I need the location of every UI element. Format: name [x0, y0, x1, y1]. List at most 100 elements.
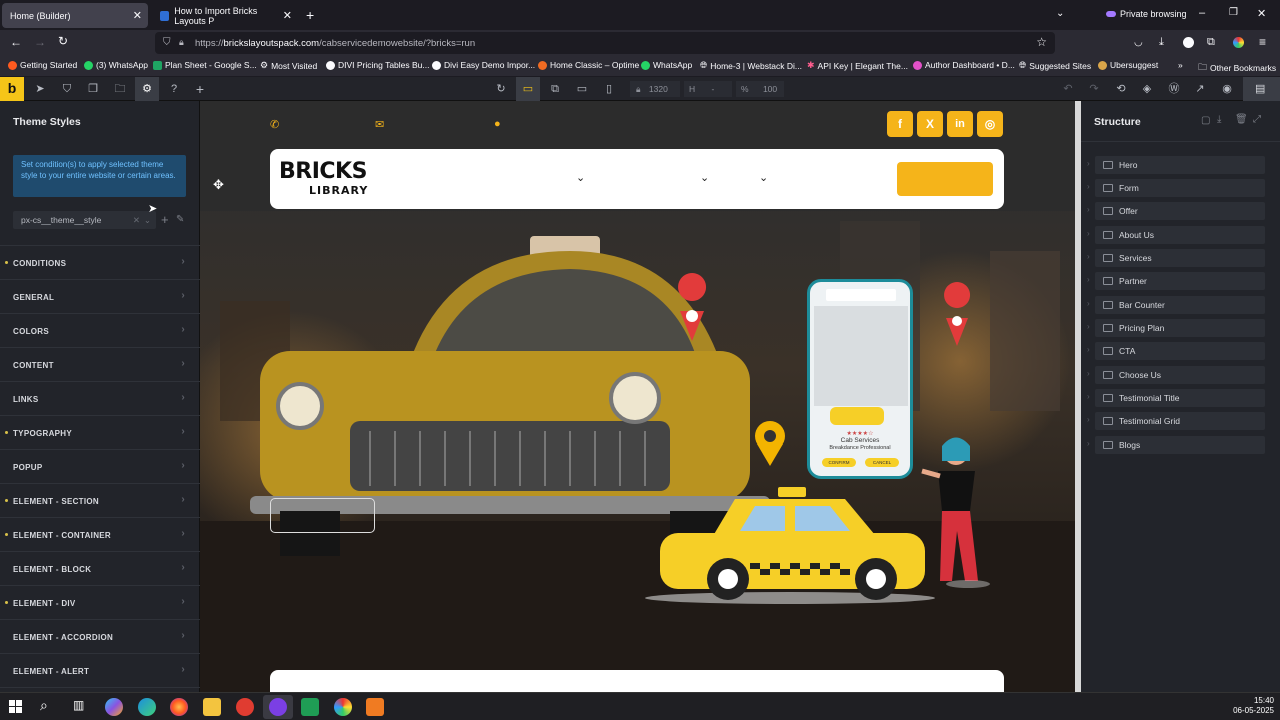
extensions-icon[interactable]: ⧉	[1207, 36, 1215, 49]
section-typography[interactable]: TYPOGRAPHY ›	[0, 416, 200, 450]
section-links[interactable]: LINKS ›	[0, 382, 200, 416]
restore-icon[interactable]: ❐	[1229, 7, 1238, 18]
structure-item-choose-us[interactable]: › Choose Us	[1087, 366, 1265, 384]
redo-icon[interactable]: ↷	[1087, 82, 1101, 96]
mobile-icon[interactable]: ▯	[602, 82, 616, 96]
add-icon[interactable]: +	[193, 82, 207, 96]
structure-item-cta[interactable]: › CTA	[1087, 342, 1265, 360]
bookmark-item[interactable]: Divi Easy Demo Impor...	[432, 60, 535, 70]
instagram-icon[interactable]: ◎	[977, 111, 1003, 137]
bookmark-item[interactable]: Home Classic – Optime	[538, 60, 639, 70]
bookmark-item[interactable]: Plan Sheet - Google S...	[153, 60, 257, 70]
x-twitter-icon[interactable]: X	[917, 111, 943, 137]
notepad-icon[interactable]	[301, 698, 319, 716]
edit-icon[interactable]: ✎	[176, 214, 184, 225]
tab-how-to-import[interactable]: How to Import Bricks Layouts P ✕	[152, 3, 298, 28]
width-input[interactable]: 🔒︎ 1320	[630, 81, 680, 97]
hero-outline-button[interactable]	[270, 498, 375, 533]
desktop-icon[interactable]: ▭	[521, 82, 535, 96]
download-icon[interactable]: ⤓	[1217, 114, 1221, 125]
download-icon[interactable]: ⤓	[1159, 36, 1164, 49]
bookmark-item[interactable]: (3) WhatsApp	[84, 60, 148, 70]
url-bar[interactable]: ⛉ 🔒︎ https://brickslayoutspack.com/cabse…	[155, 32, 1055, 54]
close-icon[interactable]: ✕	[133, 9, 142, 22]
account-icon[interactable]	[1183, 37, 1194, 48]
section-popup[interactable]: POPUP ›	[0, 450, 200, 484]
cursor-icon[interactable]: ➤	[33, 82, 47, 96]
gear-icon[interactable]: ⚙	[140, 82, 154, 96]
section-general[interactable]: GENERAL ›	[0, 280, 200, 314]
copilot-icon[interactable]	[105, 698, 123, 716]
file-explorer-icon[interactable]	[203, 698, 221, 716]
save-button[interactable]: ▤	[1243, 77, 1280, 101]
shield-icon[interactable]: ⛉	[163, 37, 171, 48]
structure-item-pricing-plan[interactable]: › Pricing Plan	[1087, 319, 1265, 337]
section-colors[interactable]: COLORS ›	[0, 314, 200, 348]
pocket-icon[interactable]: ◡	[1134, 37, 1143, 48]
nav-dropdown-chevron[interactable]: ⌄	[759, 171, 768, 184]
linkedin-icon[interactable]: in	[947, 111, 973, 137]
pages-icon[interactable]: ❐	[86, 82, 100, 96]
colorful-extension-icon[interactable]	[1233, 37, 1244, 48]
chevron-right-icon[interactable]: ›	[1087, 345, 1090, 354]
nav-dropdown-chevron[interactable]: ⌄	[700, 171, 709, 184]
section-element-accordion[interactable]: ELEMENT - ACCORDION ›	[0, 620, 200, 654]
structure-item-testimonial-grid[interactable]: › Testimonial Grid	[1087, 412, 1265, 430]
bookmark-item[interactable]: 🗀︎ Other Bookmarks	[1198, 60, 1276, 76]
chevron-right-icon[interactable]: ›	[1087, 415, 1090, 424]
section-conditions[interactable]: CONDITIONS ›	[0, 246, 200, 280]
structure-item-testimonial-title[interactable]: › Testimonial Title	[1087, 389, 1265, 407]
reload-icon[interactable]: ↻	[58, 34, 68, 48]
chevron-right-icon[interactable]: ›	[1087, 369, 1090, 378]
undo-icon[interactable]: ↶	[1061, 82, 1075, 96]
site-logo[interactable]: BRICKS LIBRARY	[279, 159, 401, 199]
zoom-input[interactable]: % 100	[736, 81, 784, 97]
more-bookmarks-icon[interactable]: »	[1178, 60, 1183, 70]
builder-canvas[interactable]: ✆ ✉ ● f X in ◎ BRICKS LIBRARY ⌄ ⌄ ⌄ ★★★★…	[200, 101, 1075, 692]
forward-icon[interactable]: →	[34, 35, 46, 49]
section-element-alert[interactable]: ELEMENT - ALERT ›	[0, 654, 200, 688]
clipboard-icon[interactable]: ▢	[1201, 115, 1210, 126]
lock-icon[interactable]: 🔒︎	[179, 37, 184, 48]
section-element-div[interactable]: ELEMENT - DIV ›	[0, 586, 200, 620]
back-icon[interactable]: ←	[10, 35, 22, 49]
chevron-right-icon[interactable]: ›	[1087, 299, 1090, 308]
chevron-right-icon[interactable]: ›	[1087, 205, 1090, 214]
new-tab-icon[interactable]: +	[306, 7, 314, 23]
system-clock[interactable]: 15:40 06-05-2025	[1224, 696, 1274, 716]
app-icon[interactable]	[236, 698, 254, 716]
laptop-icon[interactable]: ⧉	[548, 82, 562, 96]
chevron-down-icon[interactable]: ⌄	[1056, 8, 1064, 19]
structure-item-offer[interactable]: › Offer	[1087, 202, 1265, 220]
chevron-right-icon[interactable]: ›	[1087, 182, 1090, 191]
bookmark-item[interactable]: 🌐︎ Suggested Sites	[1019, 60, 1091, 71]
close-window-icon[interactable]: ✕	[1257, 7, 1266, 20]
header-cta-button[interactable]	[897, 162, 993, 196]
expand-icon[interactable]: ⤢	[1253, 114, 1261, 125]
structure-item-form[interactable]: › Form	[1087, 179, 1265, 197]
bookmark-item[interactable]: Author Dashboard • D...	[913, 60, 1015, 70]
layers-icon[interactable]: ◈	[1140, 82, 1154, 96]
chevron-right-icon[interactable]: ›	[1087, 275, 1090, 284]
firefox-private-icon[interactable]	[269, 698, 287, 716]
chevron-right-icon[interactable]: ›	[1087, 159, 1090, 168]
close-icon[interactable]: ✕	[283, 9, 292, 22]
add-icon[interactable]: +	[161, 212, 169, 227]
task-view-icon[interactable]: ▥	[73, 698, 84, 712]
structure-item-partner[interactable]: › Partner	[1087, 272, 1265, 290]
section-content[interactable]: CONTENT ›	[0, 348, 200, 382]
bookmark-item[interactable]: Ubersuggest	[1098, 60, 1158, 70]
facebook-icon[interactable]: f	[887, 111, 913, 137]
bookmark-item[interactable]: Getting Started	[8, 60, 77, 70]
structure-item-services[interactable]: › Services	[1087, 249, 1265, 267]
structure-item-about-us[interactable]: › About Us	[1087, 226, 1265, 244]
bookmark-item[interactable]: DIVI Pricing Tables Bu...	[326, 60, 430, 70]
tablet-landscape-icon[interactable]: ▭	[575, 82, 589, 96]
shield-icon[interactable]: ⛉	[60, 82, 74, 96]
bookmark-item[interactable]: ⚙ Most Visited	[260, 60, 317, 71]
windows-start-icon[interactable]	[9, 700, 22, 713]
wordpress-icon[interactable]: Ⓦ	[1167, 82, 1181, 96]
section-element-section[interactable]: ELEMENT - SECTION ›	[0, 484, 200, 518]
search-icon[interactable]: ⌕	[40, 697, 48, 714]
nav-dropdown-chevron[interactable]: ⌄	[576, 171, 585, 184]
